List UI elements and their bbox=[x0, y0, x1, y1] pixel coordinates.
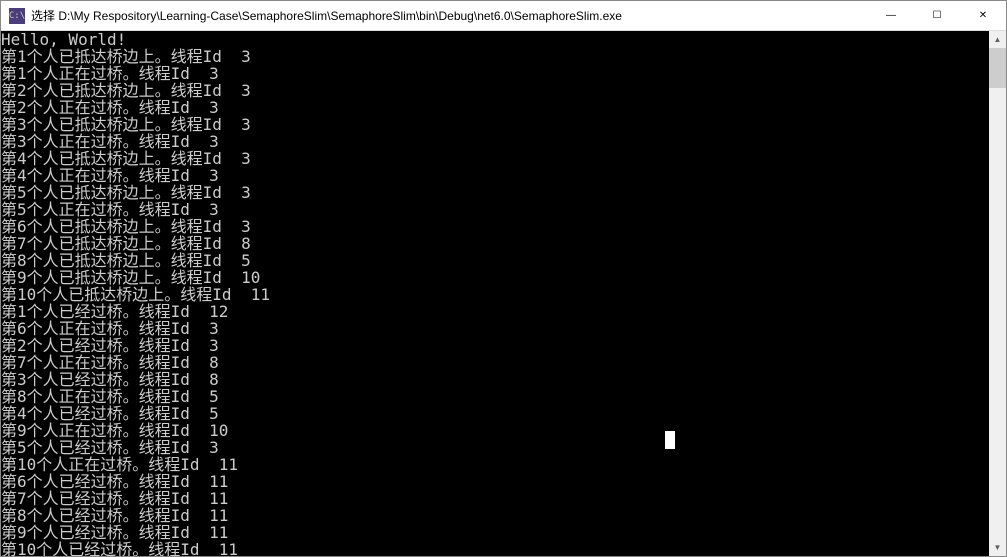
console-line: 第1个人已抵达桥边上。线程Id 3 bbox=[1, 48, 989, 65]
scrollbar-thumb[interactable] bbox=[989, 48, 1006, 88]
console-line: 第8个人正在过桥。线程Id 5 bbox=[1, 388, 989, 405]
maximize-button[interactable]: ☐ bbox=[914, 1, 960, 30]
console-line: 第2个人已经过桥。线程Id 3 bbox=[1, 337, 989, 354]
titlebar[interactable]: C:\ 选择 D:\My Respository\Learning-Case\S… bbox=[1, 1, 1006, 31]
console-line: 第3个人已经过桥。线程Id 8 bbox=[1, 371, 989, 388]
scroll-up-arrow-icon[interactable]: ▲ bbox=[989, 31, 1006, 48]
window-title: 选择 D:\My Respository\Learning-Case\Semap… bbox=[31, 7, 868, 24]
console-line: 第4个人已抵达桥边上。线程Id 3 bbox=[1, 150, 989, 167]
close-button[interactable]: ✕ bbox=[960, 1, 1006, 30]
console-line: 第7个人已经过桥。线程Id 11 bbox=[1, 490, 989, 507]
console-output[interactable]: Hello, World!第1个人已抵达桥边上。线程Id 3第1个人正在过桥。线… bbox=[1, 31, 989, 556]
console-line: Hello, World! bbox=[1, 31, 989, 48]
console-line: 第8个人已经过桥。线程Id 11 bbox=[1, 507, 989, 524]
console-line: 第9个人已经过桥。线程Id 11 bbox=[1, 524, 989, 541]
minimize-button[interactable]: — bbox=[868, 1, 914, 30]
console-line: 第3个人正在过桥。线程Id 3 bbox=[1, 133, 989, 150]
app-icon: C:\ bbox=[9, 8, 25, 24]
console-area[interactable]: Hello, World!第1个人已抵达桥边上。线程Id 3第1个人正在过桥。线… bbox=[1, 31, 1006, 556]
console-line: 第4个人正在过桥。线程Id 3 bbox=[1, 167, 989, 184]
console-line: 第6个人已经过桥。线程Id 11 bbox=[1, 473, 989, 490]
console-line: 第7个人已抵达桥边上。线程Id 8 bbox=[1, 235, 989, 252]
console-line: 第5个人已抵达桥边上。线程Id 3 bbox=[1, 184, 989, 201]
console-line: 第10个人已抵达桥边上。线程Id 11 bbox=[1, 286, 989, 303]
console-line: 第3个人已抵达桥边上。线程Id 3 bbox=[1, 116, 989, 133]
console-line: 第1个人已经过桥。线程Id 12 bbox=[1, 303, 989, 320]
console-line: 第5个人已经过桥。线程Id 3 bbox=[1, 439, 989, 456]
console-line: 第10个人已经过桥。线程Id 11 bbox=[1, 541, 989, 556]
console-line: 第2个人正在过桥。线程Id 3 bbox=[1, 99, 989, 116]
console-line: 第5个人正在过桥。线程Id 3 bbox=[1, 201, 989, 218]
console-line: 第6个人已抵达桥边上。线程Id 3 bbox=[1, 218, 989, 235]
console-line: 第1个人正在过桥。线程Id 3 bbox=[1, 65, 989, 82]
console-line: 第4个人已经过桥。线程Id 5 bbox=[1, 405, 989, 422]
console-line: 第9个人已抵达桥边上。线程Id 10 bbox=[1, 269, 989, 286]
vertical-scrollbar[interactable]: ▲ ▼ bbox=[989, 31, 1006, 556]
console-line: 第10个人正在过桥。线程Id 11 bbox=[1, 456, 989, 473]
console-line: 第7个人正在过桥。线程Id 8 bbox=[1, 354, 989, 371]
console-line: 第6个人正在过桥。线程Id 3 bbox=[1, 320, 989, 337]
console-line: 第2个人已抵达桥边上。线程Id 3 bbox=[1, 82, 989, 99]
selection-cursor bbox=[665, 431, 675, 449]
scroll-down-arrow-icon[interactable]: ▼ bbox=[989, 539, 1006, 556]
window-controls: — ☐ ✕ bbox=[868, 1, 1006, 30]
console-line: 第9个人正在过桥。线程Id 10 bbox=[1, 422, 989, 439]
console-line: 第8个人已抵达桥边上。线程Id 5 bbox=[1, 252, 989, 269]
